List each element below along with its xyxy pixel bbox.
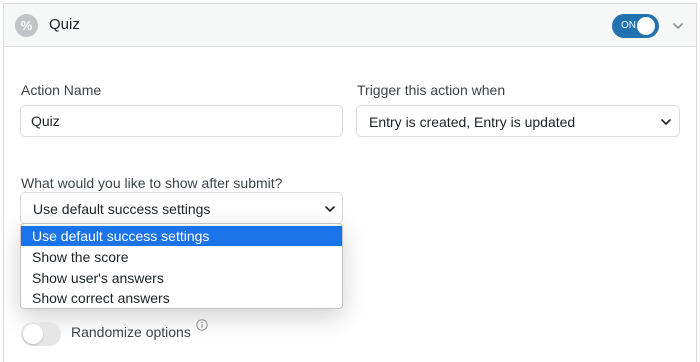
percent-icon: % — [15, 14, 38, 37]
toggle-on-label: ON — [621, 20, 636, 31]
dropdown-option[interactable]: Show user's answers — [21, 268, 342, 288]
panel-header[interactable]: % Quiz ON — [4, 4, 696, 47]
show-after-submit-select[interactable]: Use default success settings — [20, 192, 343, 224]
chevron-down-icon — [661, 119, 671, 125]
action-name-label: Action Name — [21, 82, 102, 98]
chevron-down-icon — [325, 206, 335, 212]
action-enabled-toggle[interactable]: ON — [612, 14, 659, 38]
dropdown-option[interactable]: Show the score — [21, 247, 342, 267]
show-after-submit-label: What would you like to show after submit… — [21, 175, 283, 191]
action-name-input[interactable] — [20, 105, 343, 137]
trigger-label: Trigger this action when — [357, 82, 506, 98]
show-after-submit-dropdown: Use default success settings Show the sc… — [20, 223, 343, 309]
toggle-knob — [23, 324, 43, 344]
info-icon[interactable] — [196, 319, 208, 331]
trigger-select-value: Entry is created, Entry is updated — [369, 114, 576, 130]
toggle-knob — [637, 17, 655, 35]
dropdown-option[interactable]: Show correct answers — [21, 288, 342, 308]
randomize-options-label: Randomize options — [71, 324, 191, 340]
trigger-select[interactable]: Entry is created, Entry is updated — [356, 105, 680, 137]
show-after-submit-value: Use default success settings — [33, 201, 211, 217]
chevron-down-icon[interactable] — [671, 19, 685, 33]
randomize-options-toggle[interactable] — [21, 322, 61, 346]
dropdown-option[interactable]: Use default success settings — [21, 226, 342, 246]
panel-title: Quiz — [49, 16, 80, 33]
